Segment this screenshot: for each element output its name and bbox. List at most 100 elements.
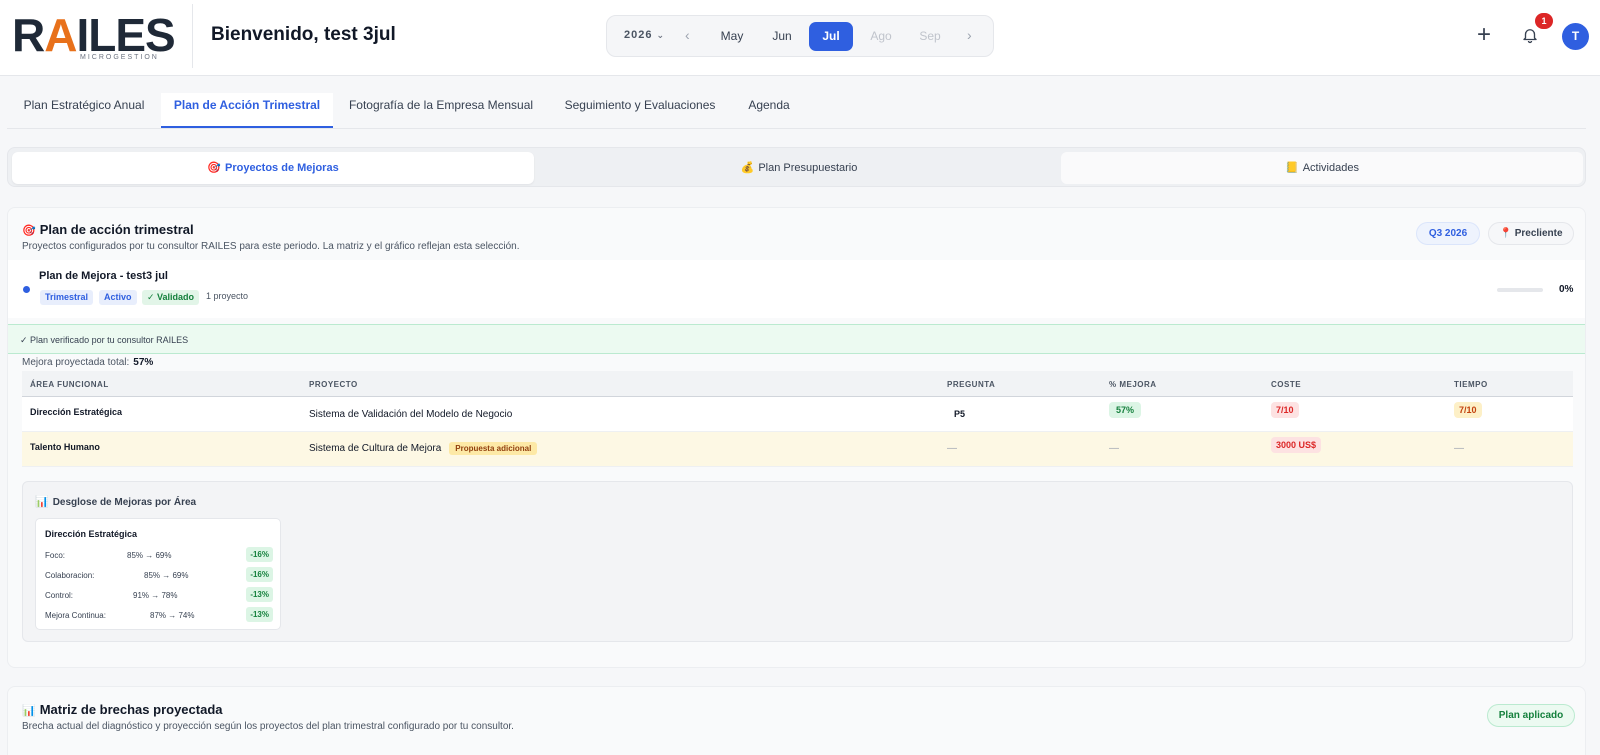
breakdown-delta: -16% [246, 567, 273, 582]
plan-section-title: 🎯 Plan de acción trimestral [22, 222, 194, 237]
coste-badge: 7/10 [1271, 402, 1299, 418]
year-value: 2026 [624, 29, 653, 41]
th-coste: COSTE [1271, 380, 1302, 389]
logo-wordmark: RAILES [12, 9, 176, 61]
matrix-subtitle: Brecha actual del diagnóstico y proyecci… [22, 721, 514, 732]
chevron-left-icon[interactable]: ‹ [685, 27, 690, 43]
cell-proyecto-text: Sistema de Cultura de Mejora [309, 443, 442, 454]
subtab-presupuesto-label: Plan Presupuestario [758, 162, 858, 174]
th-pregunta: PREGUNTA [947, 380, 996, 389]
cell-area: Dirección Estratégica [30, 407, 123, 417]
chevron-right-icon[interactable]: › [967, 27, 972, 43]
tab-seguimiento[interactable]: Seguimiento y Evaluaciones [549, 93, 731, 128]
cell-mejora: — [1109, 443, 1119, 454]
th-area: ÁREA FUNCIONAL [30, 380, 109, 389]
cell-proyecto: Sistema de Cultura de Mejora Propuesta ad… [309, 442, 538, 455]
breakdown-row: Foco: 85% → 69% -16% [45, 547, 273, 563]
logo-subtitle: MICROGESTION [80, 54, 159, 61]
main-tabs: Plan Estratégico Anual Plan de Acción Tr… [7, 93, 1586, 129]
year-dropdown[interactable]: 2026 ⌄ [624, 29, 665, 41]
tab-agenda[interactable]: Agenda [731, 93, 807, 128]
subtab-actividades-label: Actividades [1302, 162, 1359, 174]
breakdown-title-text: Desglose de Mejoras por Área [52, 497, 197, 508]
money-bag-icon: 💰 [740, 162, 755, 174]
breakdown-value: 91% → 78% [133, 591, 178, 600]
tab-plan-accion[interactable]: Plan de Acción Trimestral [161, 93, 333, 128]
breakdown-label: Control: [45, 591, 74, 600]
railes-logo[interactable]: RAILES MICROGESTION [12, 10, 177, 64]
plan-section-title-text: Plan de acción trimestral [39, 222, 194, 237]
cell-area: Talento Humano [30, 442, 100, 452]
header-divider [192, 4, 193, 68]
mejora-badge: 57% [1109, 402, 1142, 418]
verified-banner: ✓ Plan verificado por tu consultor RAILE… [8, 324, 1585, 354]
table-row[interactable]: Dirección Estratégica Sistema de Validac… [22, 397, 1573, 432]
table-row[interactable]: Talento Humano Sistema de Cultura de Mej… [22, 432, 1573, 467]
plan-status-dot [23, 286, 30, 293]
matrix-title-text: Matriz de brechas proyectada [39, 702, 223, 717]
sub-tabs: 🎯 Proyectos de Mejoras 💰 Plan Presupuestar… [7, 147, 1586, 187]
notification-badge: 1 [1535, 13, 1553, 29]
month-may[interactable]: May [710, 22, 754, 51]
matrix-card: 📊 Matriz de brechas proyectada Brecha act… [7, 686, 1586, 755]
plan-applied-pill: Plan aplicado [1487, 704, 1575, 727]
month-selector: 2026 ⌄ ‹ May Jun Jul Ago Sep › [606, 15, 994, 57]
cell-pregunta: P5 [954, 409, 966, 419]
status-pill: 📍 Precliente [1488, 222, 1574, 245]
breakdown-row: Mejora Continua: 87% → 74% -13% [45, 607, 273, 623]
cell-tiempo: 7/10 [1454, 402, 1482, 418]
user-avatar[interactable]: T [1562, 23, 1589, 50]
status-pill-text: Precliente [1514, 228, 1563, 239]
subtab-actividades[interactable]: 📒 Actividades [1061, 152, 1583, 184]
breakdown-value: 85% → 69% [144, 571, 189, 580]
th-proyecto: PROYECTO [309, 380, 358, 389]
chevron-down-icon: ⌄ [656, 30, 666, 40]
tab-plan-estrategico[interactable]: Plan Estratégico Anual [7, 93, 161, 128]
bell-icon[interactable] [1521, 26, 1539, 44]
cell-mejora: 57% [1109, 402, 1142, 418]
month-jul[interactable]: Jul [809, 22, 853, 51]
breakdown-delta: -13% [246, 607, 273, 622]
coste-badge: 3000 US$ [1271, 437, 1322, 453]
target-icon: 🎯 [22, 225, 36, 237]
improvement-breakdown: 📊 Desglose de Mejoras por Área Dirección … [22, 481, 1573, 642]
plan-item[interactable]: Plan de Mejora - test3 jul Trimestral Ac… [8, 260, 1585, 318]
target-icon: 🎯 [207, 162, 221, 174]
cell-coste: 7/10 [1271, 402, 1299, 418]
th-tiempo: TIEMPO [1454, 380, 1488, 389]
projected-improvement: Mejora proyectada total: 57% [22, 357, 153, 368]
breakdown-value: 87% → 74% [150, 611, 195, 620]
notebook-icon: 📒 [1285, 162, 1299, 174]
plus-icon[interactable]: + [1477, 22, 1491, 48]
tab-fotografia[interactable]: Fotografía de la Empresa Mensual [333, 93, 549, 128]
breakdown-value: 85% → 69% [127, 551, 172, 560]
plan-name: Plan de Mejora - test3 jul [39, 270, 168, 282]
plan-progress-percent: 0% [1559, 284, 1574, 295]
pin-icon: 📍 [1499, 228, 1512, 239]
breakdown-label: Foco: [45, 551, 66, 560]
welcome-title: Bienvenido, test 3jul [211, 24, 396, 45]
breakdown-area-card: Dirección Estratégica Foco: 85% → 69% -1… [35, 518, 281, 630]
tag-validado: ✓ Validado [142, 290, 200, 305]
breakdown-label: Mejora Continua: [45, 611, 106, 620]
propuesta-badge: Propuesta adicional [449, 442, 538, 455]
table-header: ÁREA FUNCIONAL PROYECTO PREGUNTA % MEJOR… [22, 371, 1573, 397]
tag-trimestral: Trimestral [40, 290, 94, 305]
tag-activo: Activo [99, 290, 137, 305]
cell-pregunta: — [947, 443, 957, 454]
plan-section-subtitle: Proyectos configurados por tu consultor … [22, 241, 520, 252]
subtab-proyectos[interactable]: 🎯 Proyectos de Mejoras [12, 152, 534, 184]
cell-tiempo: — [1454, 443, 1464, 454]
subtab-proyectos-label: Proyectos de Mejoras [224, 162, 339, 174]
subtab-presupuesto[interactable]: 💰 Plan Presupuestario [538, 152, 1060, 184]
bar-chart-icon: 📊 [35, 496, 49, 508]
quarter-pill: Q3 2026 [1416, 222, 1480, 245]
bar-chart-icon: 📊 [22, 705, 36, 717]
month-jun[interactable]: Jun [760, 22, 804, 51]
project-count: 1 proyecto [206, 291, 249, 301]
cell-proyecto: Sistema de Validación del Modelo de Nego… [309, 409, 513, 420]
breakdown-delta: -16% [246, 547, 273, 562]
breakdown-title: 📊 Desglose de Mejoras por Área [35, 495, 196, 508]
plan-progress-bar [1497, 288, 1543, 292]
month-sep: Sep [919, 29, 941, 43]
